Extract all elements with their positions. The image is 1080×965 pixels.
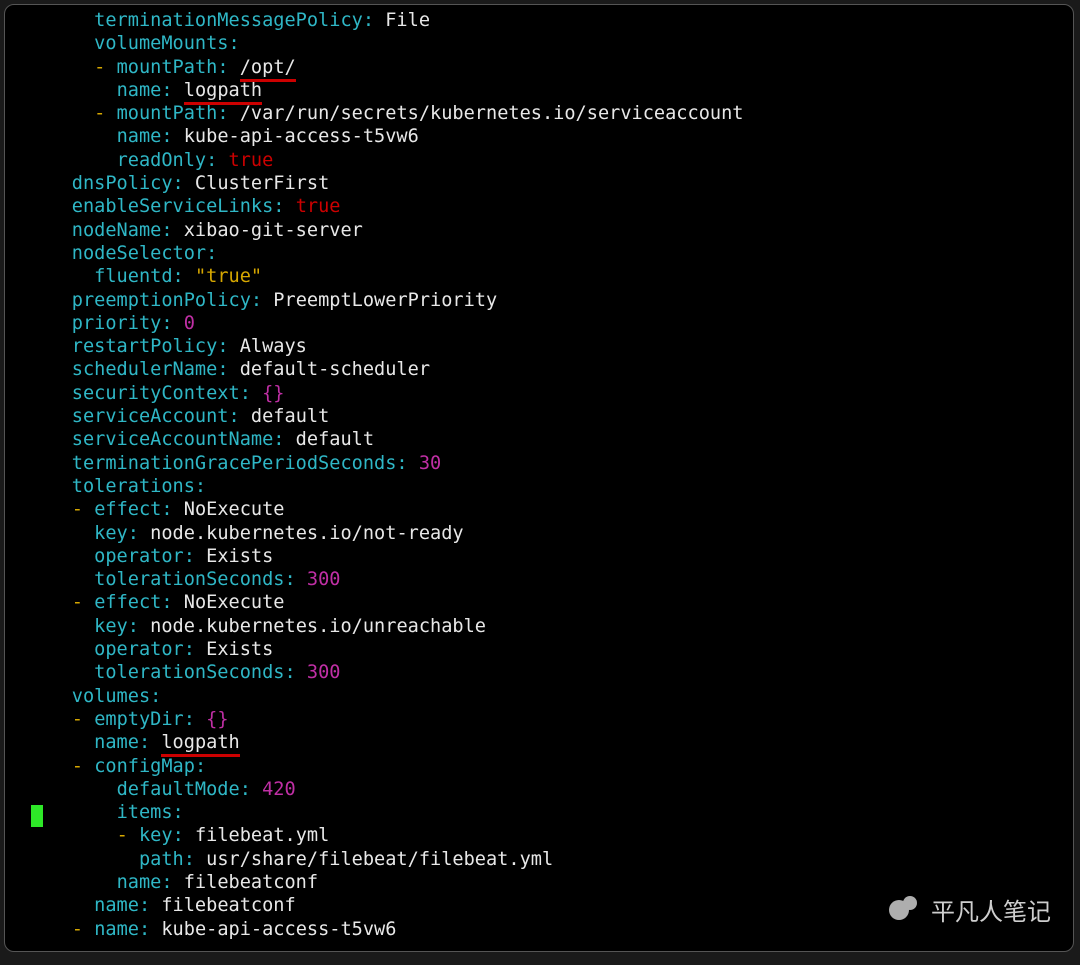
code-line: defaultMode: 420 xyxy=(27,778,1065,801)
code-line: - mountPath: /var/run/secrets/kubernetes… xyxy=(27,102,1065,125)
code-line: - emptyDir: {} xyxy=(27,708,1065,731)
code-line: key: node.kubernetes.io/not-ready xyxy=(27,522,1065,545)
code-line: - mountPath: /opt/ xyxy=(27,56,1065,79)
code-line: readOnly: true xyxy=(27,149,1065,172)
code-line: serviceAccount: default xyxy=(27,405,1065,428)
code-line: items: xyxy=(27,801,1065,824)
code-line: terminationGracePeriodSeconds: 30 xyxy=(27,452,1065,475)
terminal-cursor xyxy=(31,805,43,827)
watermark: 平凡人笔记 xyxy=(889,892,1051,927)
code-line: enableServiceLinks: true xyxy=(27,195,1065,218)
code-line: nodeSelector: xyxy=(27,242,1065,265)
watermark-text: 平凡人笔记 xyxy=(931,892,1051,927)
code-line: restartPolicy: Always xyxy=(27,335,1065,358)
code-line: key: node.kubernetes.io/unreachable xyxy=(27,615,1065,638)
code-line: priority: 0 xyxy=(27,312,1065,335)
code-line: name: logpath xyxy=(27,731,1065,754)
code-line: securityContext: {} xyxy=(27,382,1065,405)
code-line: operator: Exists xyxy=(27,638,1065,661)
code-line: tolerationSeconds: 300 xyxy=(27,568,1065,591)
code-line: - key: filebeat.yml xyxy=(27,824,1065,847)
code-line: tolerationSeconds: 300 xyxy=(27,661,1065,684)
code-line: preemptionPolicy: PreemptLowerPriority xyxy=(27,289,1065,312)
terminal-frame: terminationMessagePolicy: File volumeMou… xyxy=(4,4,1074,952)
code-line: dnsPolicy: ClusterFirst xyxy=(27,172,1065,195)
code-line: path: usr/share/filebeat/filebeat.yml xyxy=(27,848,1065,871)
code-line: name: filebeatconf xyxy=(27,871,1065,894)
code-line: terminationMessagePolicy: File xyxy=(27,9,1065,32)
code-line: - configMap: xyxy=(27,755,1065,778)
code-line: - effect: NoExecute xyxy=(27,591,1065,614)
code-line: name: kube-api-access-t5vw6 xyxy=(27,125,1065,148)
code-line: serviceAccountName: default xyxy=(27,428,1065,451)
code-line: tolerations: xyxy=(27,475,1065,498)
code-line: operator: Exists xyxy=(27,545,1065,568)
code-line: nodeName: xibao-git-server xyxy=(27,219,1065,242)
wechat-icon xyxy=(889,896,923,924)
code-line: fluentd: "true" xyxy=(27,265,1065,288)
code-line: volumeMounts: xyxy=(27,32,1065,55)
code-line: - effect: NoExecute xyxy=(27,498,1065,521)
yaml-code-block: terminationMessagePolicy: File volumeMou… xyxy=(5,5,1073,945)
code-line: schedulerName: default-scheduler xyxy=(27,358,1065,381)
code-line: name: logpath xyxy=(27,79,1065,102)
code-line: volumes: xyxy=(27,685,1065,708)
